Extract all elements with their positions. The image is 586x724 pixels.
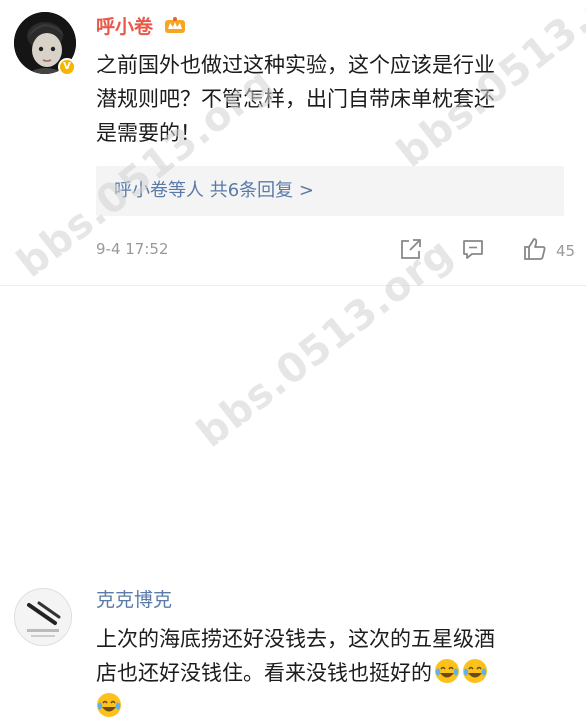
verified-badge-icon: V	[58, 58, 76, 76]
timestamp: 9-4 17:52	[96, 240, 169, 258]
comment-item: 克克博克 上次的海底捞还好没钱去，这次的五星级酒 店也还好没钱住。看来没钱也挺好…	[0, 286, 586, 717]
replies-box[interactable]: 呼小卷等人 共6条回复 >	[96, 166, 564, 216]
avatar[interactable]	[14, 588, 72, 646]
comment-text-line: 是需要的！	[96, 121, 201, 145]
view-replies-link[interactable]: 呼小卷等人 共6条回复 >	[114, 178, 314, 204]
like-count: 45	[556, 242, 576, 260]
laughing-tears-emoji	[463, 659, 487, 683]
laughing-tears-emoji	[97, 693, 121, 717]
comment-text-line	[96, 690, 566, 724]
comment-icon[interactable]	[460, 236, 486, 262]
laughing-tears-emoji	[435, 659, 459, 683]
vip-crown-icon	[165, 17, 185, 33]
like-icon[interactable]	[522, 236, 548, 262]
comment-text-line: 上次的海底捞还好没钱去，这次的五星级酒	[96, 627, 495, 651]
comment-text: 之前国外也做过这种实验，这个应该是行业 潜规则吧？不管怎样，出门自带床单枕套还 …	[96, 48, 566, 150]
comment-text-line: 店也还好没钱住。看来没钱也挺好的	[96, 656, 566, 690]
comment-text-line: 之前国外也做过这种实验，这个应该是行业	[96, 53, 495, 77]
share-icon[interactable]	[398, 236, 424, 262]
username[interactable]: 克克博克	[96, 587, 172, 613]
comment-text-line: 潜规则吧？不管怎样，出门自带床单枕套还	[96, 87, 495, 111]
comment-text-line-text: 店也还好没钱住。看来没钱也挺好的	[96, 661, 432, 685]
username[interactable]: 呼小卷	[96, 14, 153, 40]
comment-item: V 呼小卷 之前国外也做过这种实验，这个应该是行业 潜规则吧？不管怎样，出门自带…	[0, 0, 586, 286]
comment-text: 上次的海底捞还好没钱去，这次的五星级酒 店也还好没钱住。看来没钱也挺好的	[96, 622, 566, 724]
